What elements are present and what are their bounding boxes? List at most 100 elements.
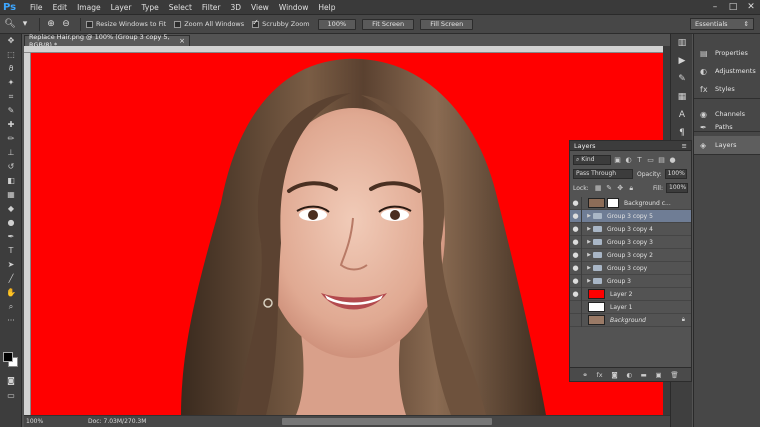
expand-triangle-icon[interactable]: ▶ [585,252,593,258]
blur-tool-icon[interactable]: ◆ [0,202,22,216]
eye-icon[interactable]: ● [570,300,582,314]
menu-layer[interactable]: Layer [106,3,137,12]
history-icon[interactable]: ▥ [671,34,693,52]
menu-edit[interactable]: Edit [48,3,73,12]
menu-3d[interactable]: 3D [225,3,246,12]
gradient-tool-icon[interactable]: ▦ [0,188,22,202]
zoom-all-checkbox[interactable]: Zoom All Windows [174,20,244,28]
character-icon[interactable]: A [671,106,693,124]
minimize-icon[interactable]: – [706,0,724,15]
adjustment-filter-icon[interactable]: ◐ [624,156,633,164]
menu-view[interactable]: View [246,3,274,12]
layer-row[interactable]: ● ▶ Group 3 copy 2 [570,248,691,262]
menu-window[interactable]: Window [274,3,314,12]
zoom-100-button[interactable]: 100% [317,18,357,30]
opacity-input[interactable]: 100% [664,169,687,179]
eye-icon[interactable]: ● [570,274,582,288]
actions-icon[interactable]: ▶ [671,52,693,70]
marquee-tool-icon[interactable]: ⬚ [0,48,22,62]
document-tab[interactable]: Replace Hair.png @ 100% (Group 3 copy 5,… [24,33,190,49]
checkbox-box[interactable] [174,20,182,28]
status-zoom[interactable]: 100% [26,418,48,425]
filter-toggle-icon[interactable]: ● [668,156,677,164]
horizontal-scrollbar[interactable] [282,418,492,425]
blend-mode-select[interactable]: Pass Through [573,169,633,179]
expand-triangle-icon[interactable]: ▶ [585,213,593,219]
tool-preset-dropdown-icon[interactable]: ▾ [19,18,31,30]
zoom-tool-icon[interactable]: 🔍︎ [4,18,16,30]
path-selection-tool-icon[interactable]: ➤ [0,258,22,272]
checkbox-box[interactable] [86,20,93,28]
checkbox-box[interactable] [252,18,260,28]
dodge-tool-icon[interactable]: ● [0,216,22,230]
fill-screen-button[interactable]: Fill Screen [420,18,474,30]
zoom-out-icon[interactable]: ⊖ [60,18,72,30]
adjustment-layer-icon[interactable]: ◐ [626,371,632,379]
layer-row[interactable]: ● Background c... [570,196,691,210]
lock-all-icon[interactable]: 🔒︎ [627,184,636,193]
close-icon[interactable]: × [179,37,185,45]
menu-filter[interactable]: Filter [197,3,226,12]
type-filter-icon[interactable]: T [635,156,644,164]
menu-select[interactable]: Select [164,3,197,12]
expand-triangle-icon[interactable]: ▶ [585,239,593,245]
delete-layer-icon[interactable]: 🗑︎ [670,371,678,379]
layer-row[interactable]: ● ▶ Group 3 copy 3 [570,235,691,249]
fill-input[interactable]: 100% [666,183,688,193]
menu-image[interactable]: Image [72,3,106,12]
more-tools-icon[interactable]: ··· [0,314,22,328]
zoom-tool-icon[interactable]: ⌕ [0,300,22,314]
brush-presets-icon[interactable]: ✎ [671,70,693,88]
workspace-select[interactable]: Essentials ⇕ [690,18,754,30]
move-tool-icon[interactable]: ✥ [0,34,22,48]
eye-icon[interactable]: ● [570,313,582,327]
menu-help[interactable]: Help [313,3,340,12]
smart-object-filter-icon[interactable]: ▤ [657,156,666,164]
layer-row[interactable]: ● Background 🔒︎ [570,313,691,327]
styles-panel-tab[interactable]: fx Styles [694,80,760,98]
layer-row[interactable]: ● ▶ Group 3 [570,274,691,288]
crop-tool-icon[interactable]: ⌗ [0,90,22,104]
lasso-tool-icon[interactable]: ϑ [0,62,22,76]
adjustments-panel-tab[interactable]: ◐ Adjustments [694,62,760,80]
layer-row[interactable]: ● ▶ Group 3 copy 5 [570,209,691,223]
brush-tool-icon[interactable]: ✏ [0,132,22,146]
eye-icon[interactable]: ● [570,261,582,275]
shape-filter-icon[interactable]: ▭ [646,156,655,164]
add-mask-icon[interactable]: ◙ [611,371,617,379]
zoom-in-icon[interactable]: ⊕ [45,18,57,30]
expand-triangle-icon[interactable]: ▶ [585,226,593,232]
link-layers-icon[interactable]: ⚭ [582,371,587,379]
quick-mask-icon[interactable]: ◙ [0,374,22,388]
layer-row[interactable]: ● ▶ Group 3 copy 4 [570,222,691,236]
type-tool-icon[interactable]: T [0,244,22,258]
layers-panel-tab[interactable]: ◈ Layers [694,136,760,154]
clone-stamp-tool-icon[interactable]: ⊥ [0,146,22,160]
fit-screen-button[interactable]: Fit Screen [362,18,415,30]
resize-windows-checkbox[interactable]: Resize Windows to Fit [86,20,166,28]
scrubby-zoom-checkbox[interactable]: Scrubby Zoom [252,18,310,28]
history-brush-tool-icon[interactable]: ↺ [0,160,22,174]
menu-file[interactable]: File [25,3,48,12]
eraser-tool-icon[interactable]: ◧ [0,174,22,188]
channels-panel-tab[interactable]: ◉ Channels [694,105,760,123]
menu-type[interactable]: Type [137,3,164,12]
kind-filter-select[interactable]: ⌕ Kind [573,155,611,165]
magic-wand-tool-icon[interactable]: ✦ [0,76,22,90]
eye-icon[interactable]: ● [570,287,582,301]
screen-mode-icon[interactable]: ▭ [0,389,22,403]
expand-triangle-icon[interactable]: ▶ [585,265,593,271]
pixel-filter-icon[interactable]: ▣ [613,156,622,164]
swatches-icon[interactable]: ▦ [671,88,693,106]
lock-transparent-icon[interactable]: ▦ [594,184,603,192]
new-layer-icon[interactable]: ▣ [656,371,662,379]
maximize-icon[interactable]: □ [724,0,742,15]
eye-icon[interactable]: ● [570,235,582,249]
new-group-icon[interactable]: ▬ [641,371,647,379]
eye-icon[interactable]: ● [570,209,582,223]
eye-icon[interactable]: ● [570,222,582,236]
paths-panel-tab[interactable]: ✒ Paths [694,123,760,131]
lock-pixels-icon[interactable]: ✎ [605,184,614,192]
healing-brush-tool-icon[interactable]: ✚ [0,118,22,132]
hand-tool-icon[interactable]: ✋ [0,286,22,300]
